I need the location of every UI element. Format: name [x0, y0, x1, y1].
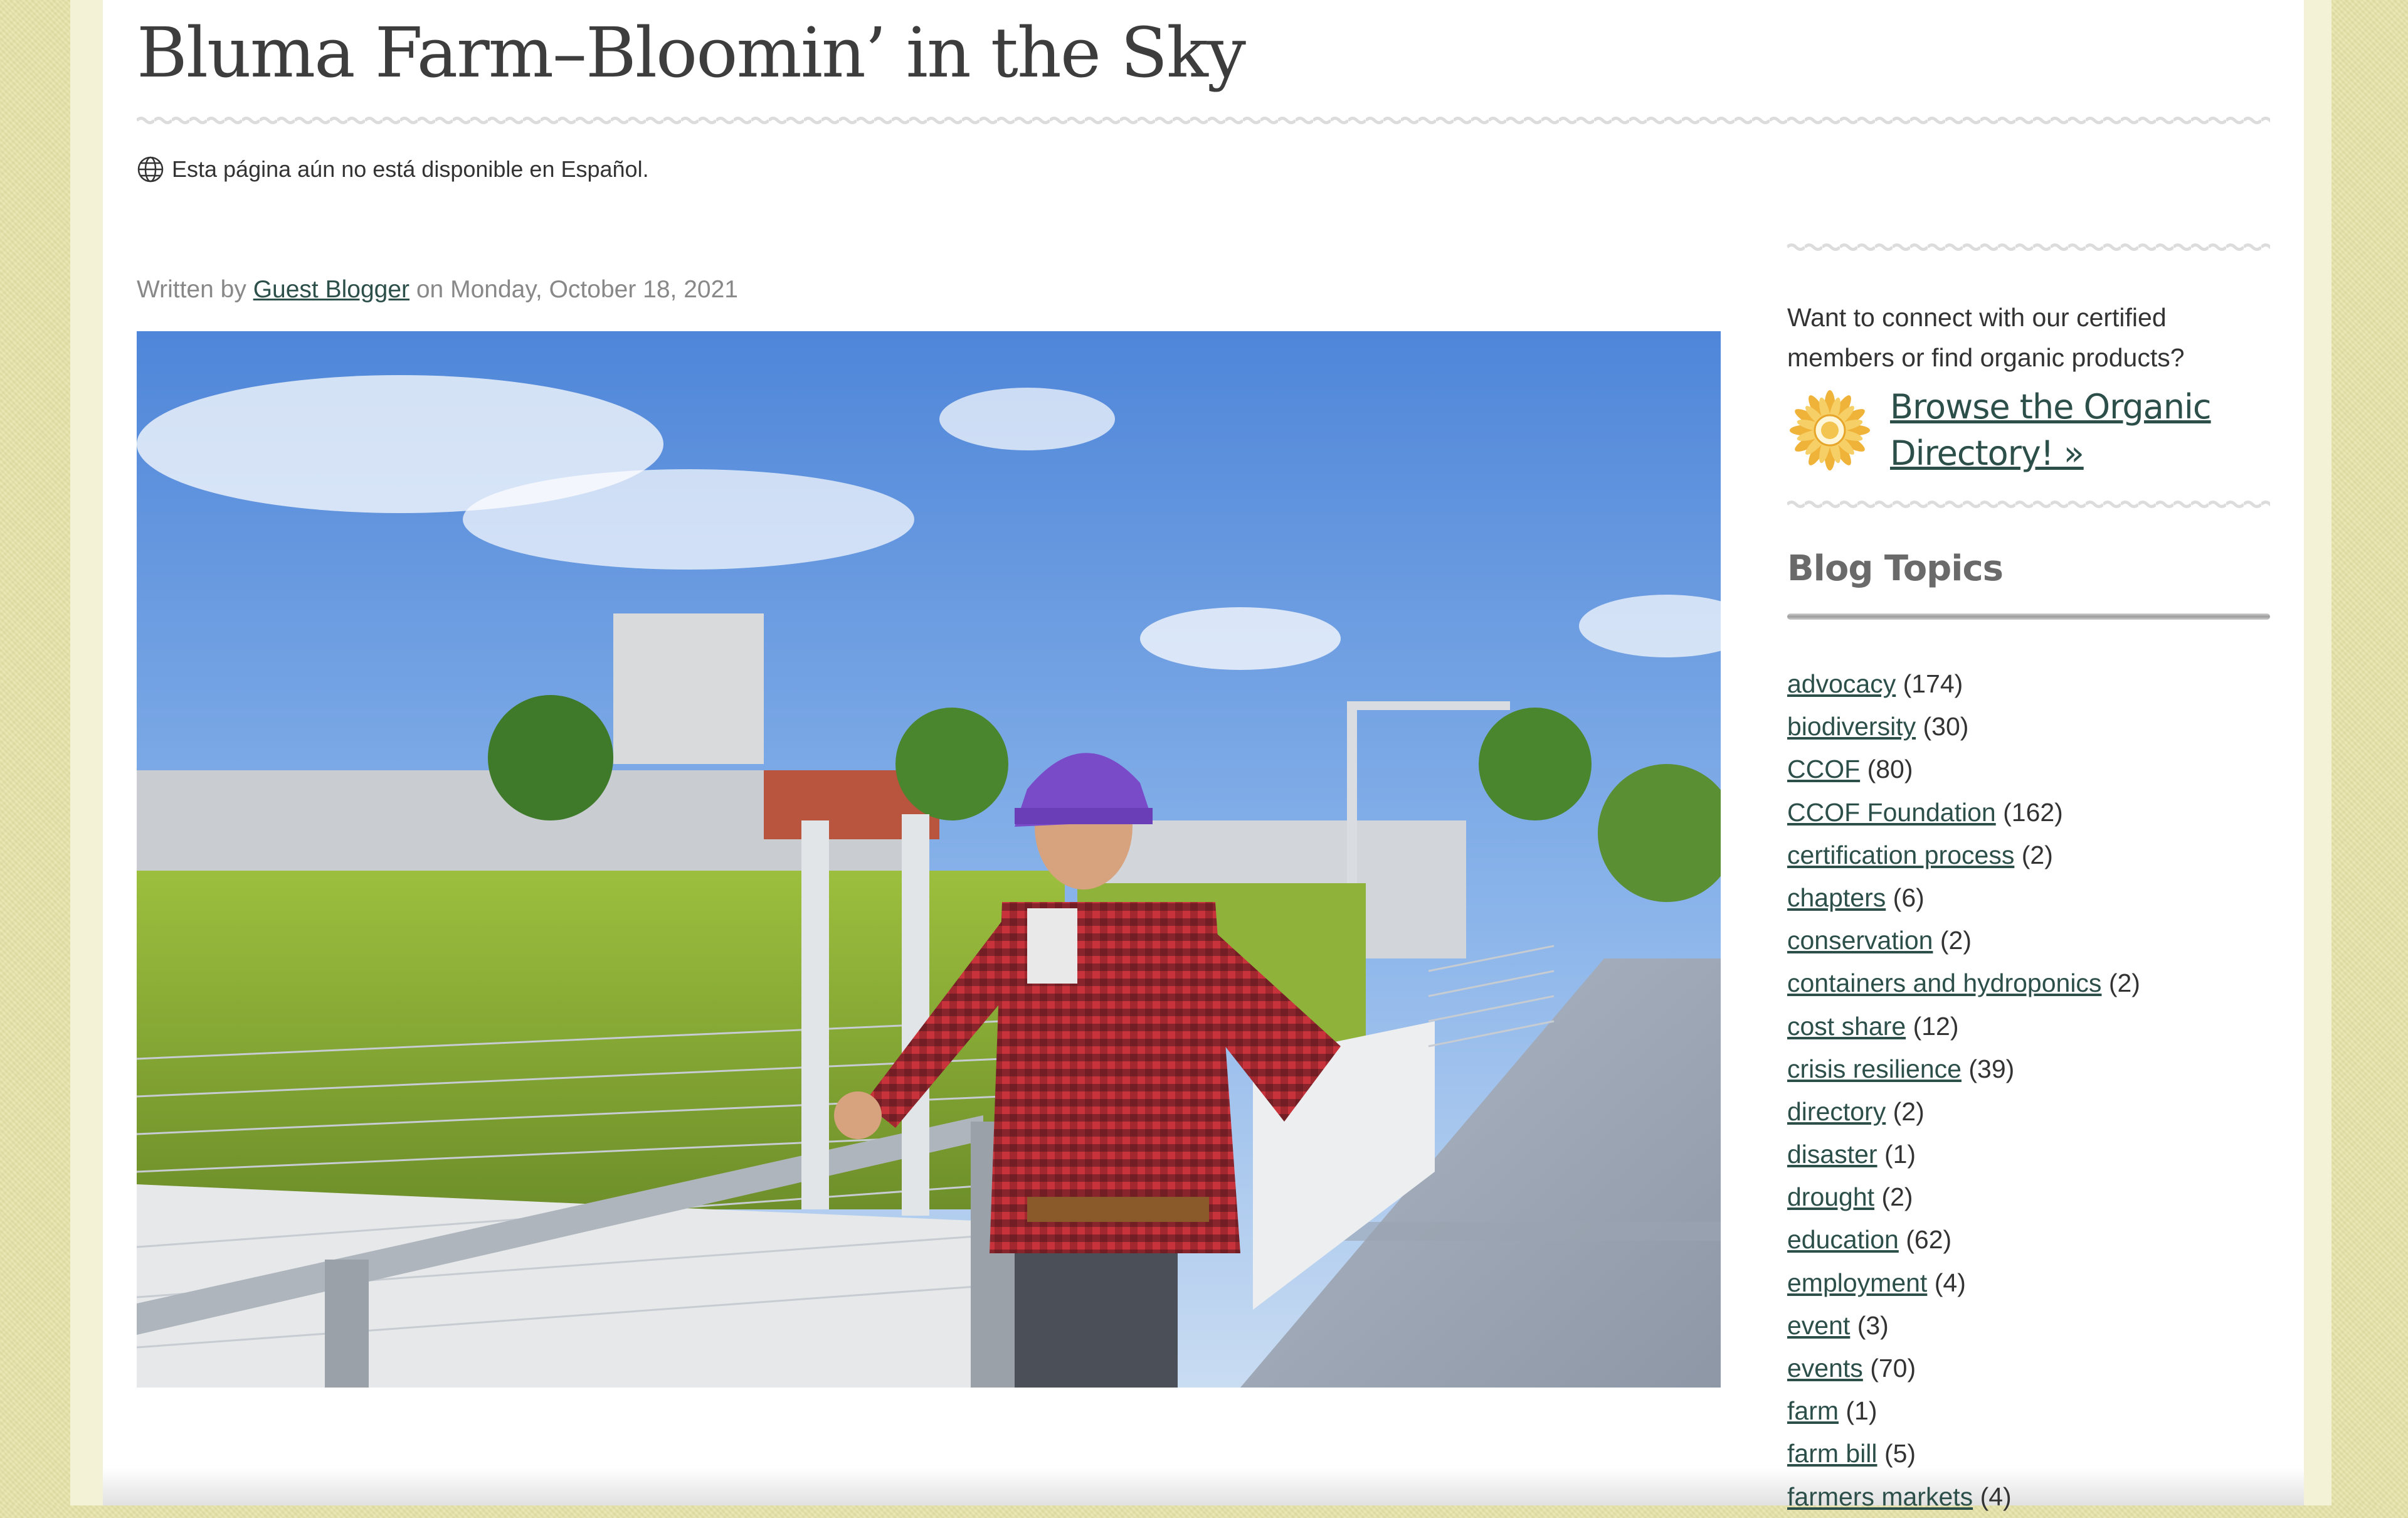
blog-topic-item: directory (2): [1787, 1090, 2140, 1133]
blog-topic-count: (3): [1857, 1310, 1889, 1340]
blog-topic-link[interactable]: conservation: [1787, 926, 1933, 955]
byline: Written by Guest Blogger on Monday, Octo…: [137, 276, 738, 304]
language-notice-text: Esta página aún no está disponible en Es…: [172, 156, 649, 182]
blog-topic-link[interactable]: event: [1787, 1311, 1850, 1340]
blog-topic-item: CCOF Foundation (162): [1787, 791, 2140, 834]
blog-topic-link[interactable]: disaster: [1787, 1140, 1877, 1169]
blog-topic-count: (4): [1980, 1482, 2012, 1511]
blog-topic-link[interactable]: chapters: [1787, 883, 1886, 912]
blog-topic-link[interactable]: CCOF Foundation: [1787, 798, 1996, 827]
blog-topic-count: (5): [1884, 1439, 1916, 1468]
blog-topic-link[interactable]: directory: [1787, 1097, 1886, 1126]
blog-topic-count: (62): [1906, 1225, 1952, 1255]
blog-topic-count: (1): [1884, 1140, 1916, 1169]
blog-topic-item: disaster (1): [1787, 1133, 2140, 1176]
blog-topic-item: advocacy (174): [1787, 662, 2140, 705]
blog-topic-count: (174): [1903, 669, 1963, 698]
blog-topic-item: containers and hydroponics (2): [1787, 962, 2140, 1004]
blog-topic-link[interactable]: cost share: [1787, 1012, 1906, 1041]
connect-prompt: Want to connect with our certified membe…: [1787, 303, 2185, 372]
blog-topic-link[interactable]: farmers markets: [1787, 1482, 1973, 1511]
page-title: Bluma Farm–Bloomin’ in the Sky: [137, 13, 1246, 93]
sidebar-top-divider: [1787, 241, 2270, 253]
language-notice: Esta página aún no está disponible en Es…: [137, 156, 649, 183]
blog-topic-link[interactable]: farm bill: [1787, 1439, 1877, 1468]
blog-topic-link[interactable]: crisis resilience: [1787, 1054, 1962, 1083]
blog-topic-count: (39): [1968, 1054, 2015, 1083]
blog-topic-count: (80): [1867, 755, 1913, 784]
blog-topic-item: certification process (2): [1787, 834, 2140, 876]
blog-topic-count: (30): [1923, 712, 1969, 741]
blog-topic-count: (2): [1881, 1182, 1913, 1212]
blog-topic-link[interactable]: CCOF: [1787, 755, 1860, 783]
blog-topic-link[interactable]: education: [1787, 1225, 1899, 1254]
blog-topic-link[interactable]: events: [1787, 1354, 1863, 1383]
blog-topic-count: (2): [1893, 1096, 1925, 1126]
blog-topic-item: drought (2): [1787, 1176, 2140, 1218]
browse-directory-link[interactable]: Browse the Organic Directory! »: [1890, 384, 2266, 477]
blog-topic-item: farmers markets (4): [1787, 1475, 2140, 1518]
blog-topic-item: events (70): [1787, 1347, 2140, 1389]
blog-topic-item: education (62): [1787, 1218, 2140, 1261]
blog-topic-item: cost share (12): [1787, 1005, 2140, 1048]
blog-topic-link[interactable]: advocacy: [1787, 669, 1896, 698]
blog-topic-link[interactable]: biodiversity: [1787, 712, 1916, 741]
post-date: Monday, October 18, 2021: [450, 276, 738, 303]
blog-topics-list: advocacy (174) biodiversity (30) CCOF (80)…: [1787, 662, 2140, 1518]
blog-topic-item: crisis resilience (39): [1787, 1048, 2140, 1090]
hero-image: [137, 331, 1721, 1388]
blog-topic-item: event (3): [1787, 1304, 2140, 1347]
blog-topic-count: (2): [2021, 840, 2053, 869]
blog-topic-item: CCOF (80): [1787, 748, 2140, 790]
sunflower-icon: [1790, 390, 1870, 470]
blog-topic-count: (12): [1913, 1011, 1959, 1041]
blog-topic-item: farm (1): [1787, 1389, 2140, 1432]
blog-topic-item: employment (4): [1787, 1261, 2140, 1304]
blog-topics-heading: Blog Topics: [1787, 548, 2004, 589]
blog-topic-count: (1): [1846, 1396, 1877, 1426]
blog-topic-item: chapters (6): [1787, 876, 2140, 919]
author-link[interactable]: Guest Blogger: [253, 276, 409, 303]
blog-topic-item: biodiversity (30): [1787, 705, 2140, 748]
blog-topic-link[interactable]: drought: [1787, 1182, 1874, 1211]
blog-topic-count: (4): [1934, 1268, 1966, 1297]
blog-topic-link[interactable]: containers and hydroponics: [1787, 969, 2101, 997]
blog-topic-item: farm bill (5): [1787, 1432, 2140, 1475]
title-divider: [137, 114, 2270, 127]
byline-prefix: Written by: [137, 276, 246, 303]
blog-topic-item: conservation (2): [1787, 919, 2140, 962]
blog-topic-count: (162): [2003, 797, 2063, 827]
blog-topic-link[interactable]: certification process: [1787, 841, 2014, 869]
blog-topic-link[interactable]: farm: [1787, 1396, 1839, 1425]
blog-topic-count: (6): [1893, 883, 1925, 912]
sidebar-middle-divider: [1787, 498, 2270, 511]
blog-topic-count: (2): [2108, 969, 2140, 998]
globe-icon: [137, 156, 164, 183]
blog-topic-count: (2): [1940, 926, 1972, 955]
blog-topic-link[interactable]: employment: [1787, 1268, 1927, 1297]
byline-middle: on: [416, 276, 444, 303]
blog-topic-count: (70): [1870, 1354, 1916, 1383]
blog-topics-rule: [1787, 613, 2270, 620]
